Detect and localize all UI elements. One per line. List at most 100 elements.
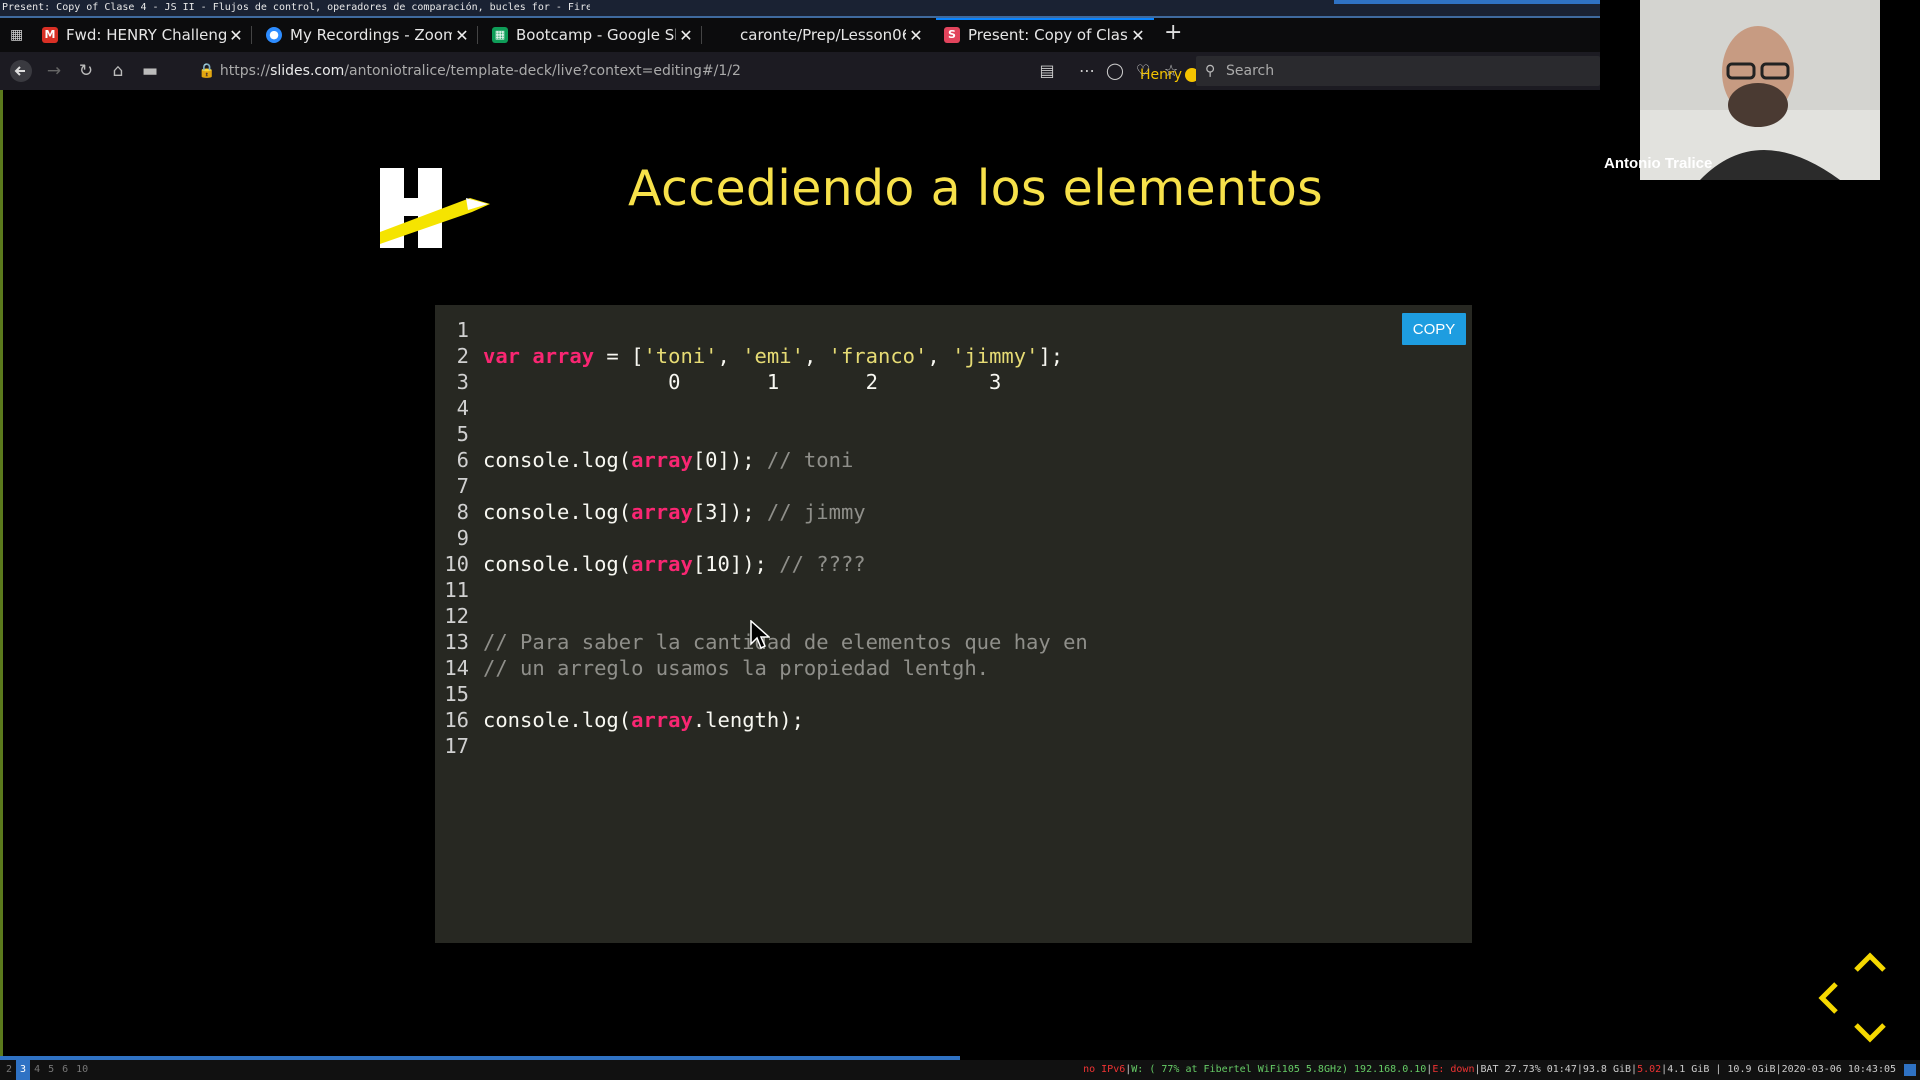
navigation-bar: → ↻ ⌂ ▬ ⛨ 🔒 https://slides.com/antoniotr… xyxy=(0,52,1600,90)
zoom-icon: ● xyxy=(266,27,282,43)
code-token: console.log( xyxy=(483,708,632,732)
code-line: 15 xyxy=(435,681,483,707)
code-line: 17 xyxy=(435,733,483,759)
wifi-status: W: ( 77% at Fibertel WiFi105 5.8GHz) 192… xyxy=(1131,1064,1427,1075)
pocket-icon[interactable]: ♡ xyxy=(1132,59,1154,83)
code-token: array xyxy=(631,448,693,472)
code-line: 3 0 1 2 3 xyxy=(435,369,1002,395)
forward-arrow-icon[interactable]: → xyxy=(42,59,66,83)
code-token: console.log( xyxy=(483,500,632,524)
back-button[interactable] xyxy=(9,59,33,83)
code-token: ]; xyxy=(1038,344,1064,368)
code-token: // un arreglo usamos la propiedad lentgh… xyxy=(483,656,990,680)
url-path: /antoniotralice/template-deck/live?conte… xyxy=(344,63,741,79)
workspace-item[interactable]: 5 xyxy=(44,1060,58,1080)
code-token: , xyxy=(717,344,743,368)
tab-zoom[interactable]: ● My Recordings - Zoom ✕ xyxy=(258,18,478,52)
code-token: 'jimmy' xyxy=(952,344,1039,368)
nav-down-icon[interactable] xyxy=(1854,1023,1886,1043)
reload-icon[interactable]: ↻ xyxy=(74,59,98,83)
code-line: 14 // un arreglo usamos la propiedad lent… xyxy=(435,655,989,681)
app-grid-icon[interactable]: ▦ xyxy=(10,27,26,43)
tab-label: Fwd: HENRY Challenge I xyxy=(66,26,226,44)
line-number: 3 xyxy=(456,370,469,394)
url-prefix: https:// xyxy=(219,63,271,79)
title-accent-bar xyxy=(1334,0,1600,4)
code-token: array xyxy=(631,708,693,732)
workspace-item[interactable]: 10 xyxy=(72,1060,92,1080)
code-line: 4 xyxy=(435,395,483,421)
status-info: no IPv6|W: ( 77% at Fibertel WiFi105 5.8… xyxy=(1083,1064,1896,1075)
tab-label: caronte/Prep/Lesson06- xyxy=(740,26,906,44)
window-title-bar: Present: Copy of Clase 4 - JS II - Flujo… xyxy=(0,0,1600,18)
line-number: 13 xyxy=(444,630,469,654)
code-token: 'toni' xyxy=(643,344,718,368)
system-status-bar: 2 3 4 5 6 10 no IPv6|W: ( 77% at Fibertel WiF… xyxy=(0,1060,1920,1080)
close-tab-icon[interactable]: ✕ xyxy=(1128,26,1148,45)
code-block: COPY 1 2 var array = ['toni', 'emi', 'fran… xyxy=(435,305,1472,943)
tab-slides-active[interactable]: S Present: Copy of Clase 4 ✕ xyxy=(936,18,1154,52)
nav-up-icon[interactable] xyxy=(1854,952,1886,972)
window-title: Present: Copy of Clase 4 - JS II - Flujo… xyxy=(2,2,590,13)
close-tab-icon[interactable]: ✕ xyxy=(452,26,472,45)
close-tab-icon[interactable]: ✕ xyxy=(906,26,926,45)
ipv6-status: no IPv6 xyxy=(1083,1064,1126,1075)
load-status: 5.02 xyxy=(1637,1064,1662,1075)
workspace-item[interactable]: 2 xyxy=(2,1060,16,1080)
code-token: 'emi' xyxy=(742,344,804,368)
new-tab-button[interactable]: + xyxy=(1164,20,1182,45)
workspace-item[interactable]: 6 xyxy=(58,1060,72,1080)
disk-status: 93.8 GiB xyxy=(1582,1064,1632,1075)
window-border xyxy=(0,90,3,1060)
code-token: // Para saber la cantidad de elementos q… xyxy=(483,630,1088,654)
tab-label: Present: Copy of Clase 4 xyxy=(968,26,1128,44)
nav-left-icon[interactable] xyxy=(1818,982,1838,1014)
code-token: , xyxy=(803,344,829,368)
bulb-icon[interactable]: ◯ xyxy=(1104,59,1126,83)
line-number: 6 xyxy=(456,448,469,472)
code-token: array xyxy=(532,344,595,368)
code-token: 0 1 2 3 xyxy=(483,370,1002,394)
back-arrow-icon xyxy=(10,60,32,82)
home-icon[interactable]: ⌂ xyxy=(106,59,130,83)
tab-bar: ▦ M Fwd: HENRY Challenge I ✕ ● My Record… xyxy=(0,18,1600,52)
reader-view-icon[interactable]: ▤ xyxy=(1036,59,1058,83)
code-token: [10]); xyxy=(692,552,780,576)
tab-separator xyxy=(477,26,478,44)
search-icon: ⚲ xyxy=(1205,63,1216,79)
webcam-video xyxy=(1640,0,1880,180)
url-bar[interactable]: 🔒 https://slides.com/antoniotralice/temp… xyxy=(172,56,1200,86)
line-number: 14 xyxy=(444,656,469,680)
code-line: 8 console.log(array[3]); // jimmy xyxy=(435,499,866,525)
slides-icon: S xyxy=(944,27,960,43)
slide-nav-controls xyxy=(1818,952,1886,1043)
tab-label: Bootcamp - Google Shee xyxy=(516,26,676,44)
code-token: .length); xyxy=(692,708,804,732)
copy-button[interactable]: COPY xyxy=(1402,313,1466,345)
code-line: 6 console.log(array[0]); // toni xyxy=(435,447,854,473)
code-token: console.log( xyxy=(483,552,632,576)
tab-sheets[interactable]: ▦ Bootcamp - Google Shee ✕ xyxy=(484,18,702,52)
tab-gmail[interactable]: M Fwd: HENRY Challenge I ✕ xyxy=(34,18,252,52)
code-token: // toni xyxy=(766,448,854,472)
workspace-list: 2 3 4 5 6 10 xyxy=(2,1060,92,1080)
close-tab-icon[interactable]: ✕ xyxy=(226,26,246,45)
code-token: = [ xyxy=(594,344,644,368)
tab-github[interactable]: caronte/Prep/Lesson06- ✕ xyxy=(708,18,932,52)
search-field[interactable]: ⚲ Search xyxy=(1196,56,1600,86)
tray-icon[interactable] xyxy=(1904,1064,1916,1076)
code-token: [0]); xyxy=(692,448,767,472)
line-number: 12 xyxy=(444,604,469,628)
more-icon[interactable]: ⋯ xyxy=(1076,59,1098,83)
workspace-item[interactable]: 4 xyxy=(30,1060,44,1080)
code-token: array xyxy=(631,500,693,524)
sidebar-icon[interactable]: ▬ xyxy=(138,59,162,83)
workspace-item[interactable]: 3 xyxy=(16,1060,31,1080)
code-line: 5 xyxy=(435,421,483,447)
code-line: 7 xyxy=(435,473,483,499)
line-number: 5 xyxy=(456,422,469,446)
close-tab-icon[interactable]: ✕ xyxy=(676,26,696,45)
webcam-person-image xyxy=(1640,0,1880,180)
bookmark-star-icon[interactable]: ☆ xyxy=(1160,59,1182,83)
